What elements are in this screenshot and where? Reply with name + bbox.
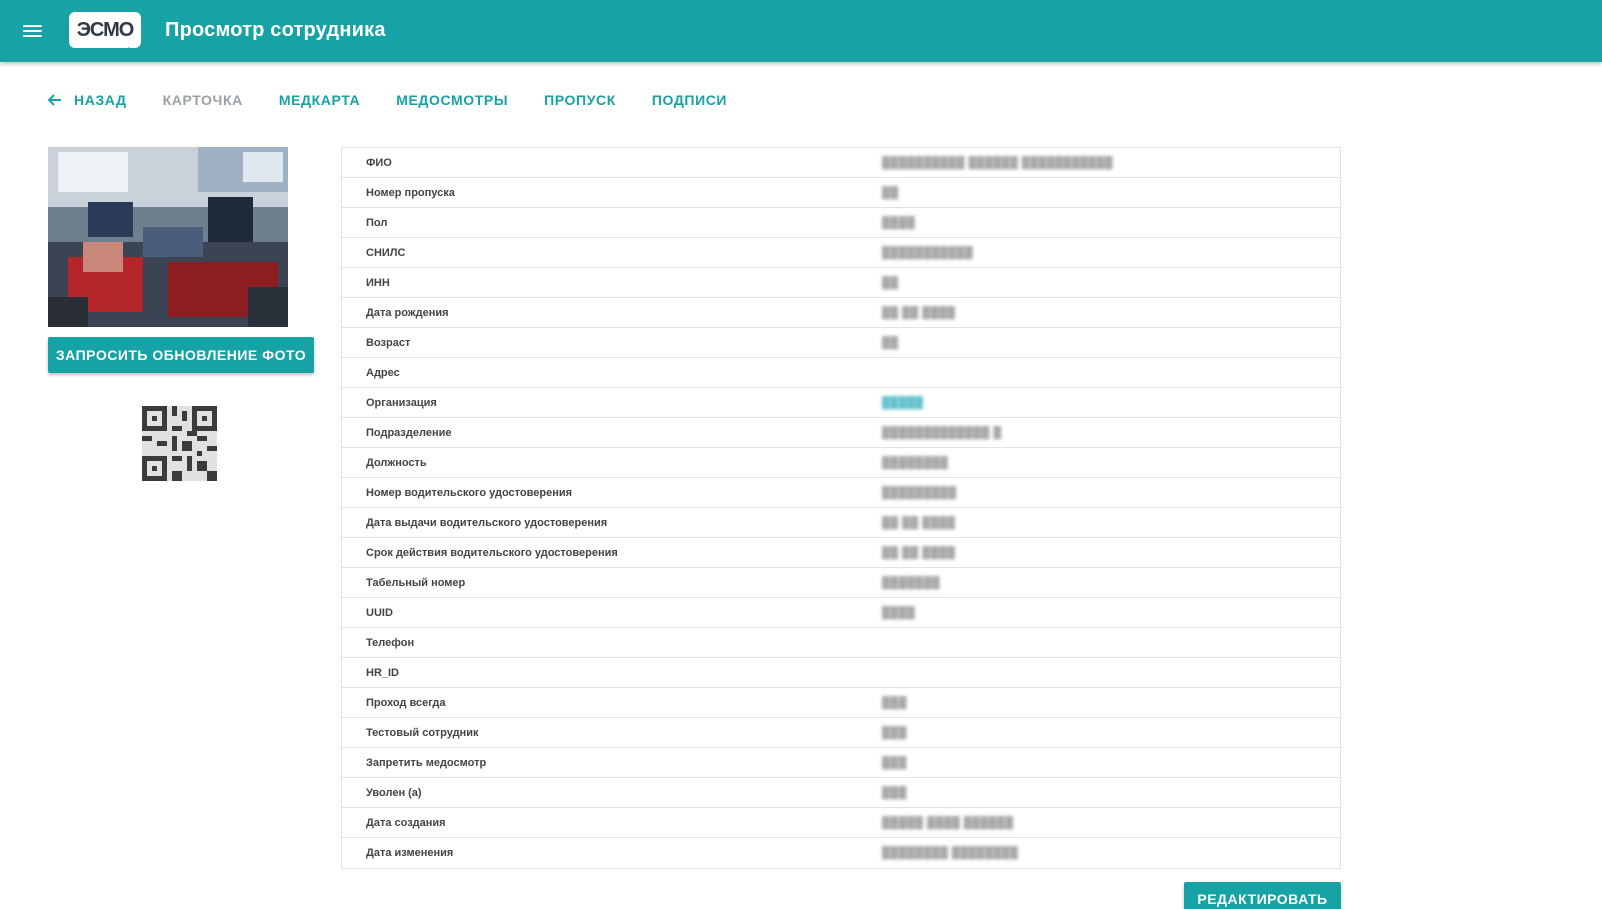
table-row: Пол ████: [342, 208, 1340, 238]
field-value: ██████████ ██████ ███████████: [882, 156, 1114, 169]
table-row: Проход всегда ███: [342, 688, 1340, 718]
field-label: Запретить медосмотр: [366, 756, 487, 769]
arrow-left-icon: [48, 94, 61, 106]
table-row: HR_ID: [342, 658, 1340, 688]
field-label: ИНН: [366, 276, 390, 289]
field-label: Тестовый сотрудник: [366, 726, 479, 739]
menu-icon[interactable]: [20, 19, 46, 43]
employee-info-table: ФИО ██████████ ██████ ███████████ Номер пр…: [341, 147, 1341, 869]
app-logo[interactable]: ЭСМО: [69, 12, 147, 53]
field-label: Дата изменения: [366, 847, 454, 859]
table-row: Номер водительского удостоверения ███████…: [342, 478, 1340, 508]
back-label: НАЗАД: [74, 92, 127, 108]
table-row: Адрес: [342, 358, 1340, 388]
tab-medexams[interactable]: МЕДОСМОТРЫ: [396, 92, 508, 108]
field-value: ██ ██ ████: [882, 516, 956, 529]
field-label: Телефон: [366, 636, 415, 649]
qr-code: [142, 406, 217, 481]
table-row: UUID ████: [342, 598, 1340, 628]
table-row: ФИО ██████████ ██████ ███████████: [342, 148, 1340, 178]
tab-card[interactable]: КАРТОЧКА: [163, 92, 243, 108]
table-row: Телефон: [342, 628, 1340, 658]
tab-pass[interactable]: ПРОПУСК: [544, 92, 616, 108]
field-label: Табельный номер: [366, 576, 466, 589]
back-button[interactable]: НАЗАД: [48, 92, 127, 108]
field-value: ██ ██ ████: [882, 546, 956, 559]
edit-button[interactable]: РЕДАКТИРОВАТЬ: [1184, 882, 1341, 909]
field-value: ██: [882, 336, 899, 349]
table-row: Подразделение █████████████ █: [342, 418, 1340, 448]
table-row: Возраст ██: [342, 328, 1340, 358]
field-value: ████: [882, 606, 916, 619]
field-label: Номер водительского удостоверения: [366, 486, 573, 499]
field-label: Дата выдачи водительского удостоверения: [366, 516, 608, 529]
employee-photo: [48, 147, 288, 327]
field-label: HR_ID: [366, 666, 400, 679]
field-label: Возраст: [366, 336, 411, 349]
field-value: ██ ██ ████: [882, 306, 956, 319]
table-row: Должность ████████: [342, 448, 1340, 478]
field-value: █████████████ █: [882, 426, 1002, 439]
field-label: UUID: [366, 606, 393, 619]
field-value: ████████: [882, 456, 949, 469]
tab-signatures[interactable]: ПОДПИСИ: [652, 92, 727, 108]
table-row: Табельный номер ███████: [342, 568, 1340, 598]
field-label: Организация: [366, 396, 437, 409]
table-row: Номер пропуска ██: [342, 178, 1340, 208]
field-label: Проход всегда: [366, 696, 446, 709]
field-label: Номер пропуска: [366, 186, 455, 199]
tab-bar: НАЗАД КАРТОЧКА МЕДКАРТА МЕДОСМОТРЫ ПРОПУ…: [48, 89, 763, 111]
field-value: ███: [882, 726, 907, 739]
field-value: ████████ ████████: [882, 847, 1019, 859]
logo-check-icon: [127, 43, 147, 53]
field-label: СНИЛС: [366, 246, 406, 259]
field-value: ████: [882, 216, 916, 229]
field-value: ██: [882, 186, 899, 199]
field-value: ███████████: [882, 246, 974, 259]
field-value: ██: [882, 276, 899, 289]
table-row: Дата рождения ██ ██ ████: [342, 298, 1340, 328]
field-label: Дата рождения: [366, 306, 449, 319]
table-row: Организация █████: [342, 388, 1340, 418]
table-row: ИНН ██: [342, 268, 1340, 298]
field-value: █████████: [882, 486, 957, 499]
field-value: ███████: [882, 576, 941, 589]
field-label: Должность: [366, 456, 427, 469]
tab-medcard[interactable]: МЕДКАРТА: [279, 92, 360, 108]
table-row: Дата создания █████ ████ ██████: [342, 808, 1340, 838]
field-label: Дата создания: [366, 816, 446, 829]
field-label: Срок действия водительского удостоверени…: [366, 546, 618, 559]
page-title: Просмотр сотрудника: [165, 19, 386, 41]
table-row: Дата изменения ████████ ████████: [342, 838, 1340, 868]
field-value: █████ ████ ██████: [882, 816, 1014, 829]
field-value: ███: [882, 786, 907, 799]
table-row: Запретить медосмотр ███: [342, 748, 1340, 778]
request-photo-update-button[interactable]: ЗАПРОСИТЬ ОБНОВЛЕНИЕ ФОТО: [48, 337, 314, 373]
table-row: Срок действия водительского удостоверени…: [342, 538, 1340, 568]
logo-text: ЭСМО: [76, 18, 135, 41]
app-header: ЭСМО Просмотр сотрудника: [0, 0, 1602, 62]
field-label: Подразделение: [366, 426, 452, 439]
field-value[interactable]: █████: [882, 397, 923, 409]
table-row: Дата выдачи водительского удостоверения █…: [342, 508, 1340, 538]
field-label: ФИО: [366, 156, 392, 169]
table-row: СНИЛС ███████████: [342, 238, 1340, 268]
field-label: Пол: [366, 216, 388, 229]
field-value: ███: [882, 756, 907, 769]
field-value: ███: [882, 696, 907, 709]
table-row: Тестовый сотрудник ███: [342, 718, 1340, 748]
field-label: Адрес: [366, 366, 400, 379]
field-label: Уволен (а): [366, 786, 422, 799]
table-row: Уволен (а) ███: [342, 778, 1340, 808]
